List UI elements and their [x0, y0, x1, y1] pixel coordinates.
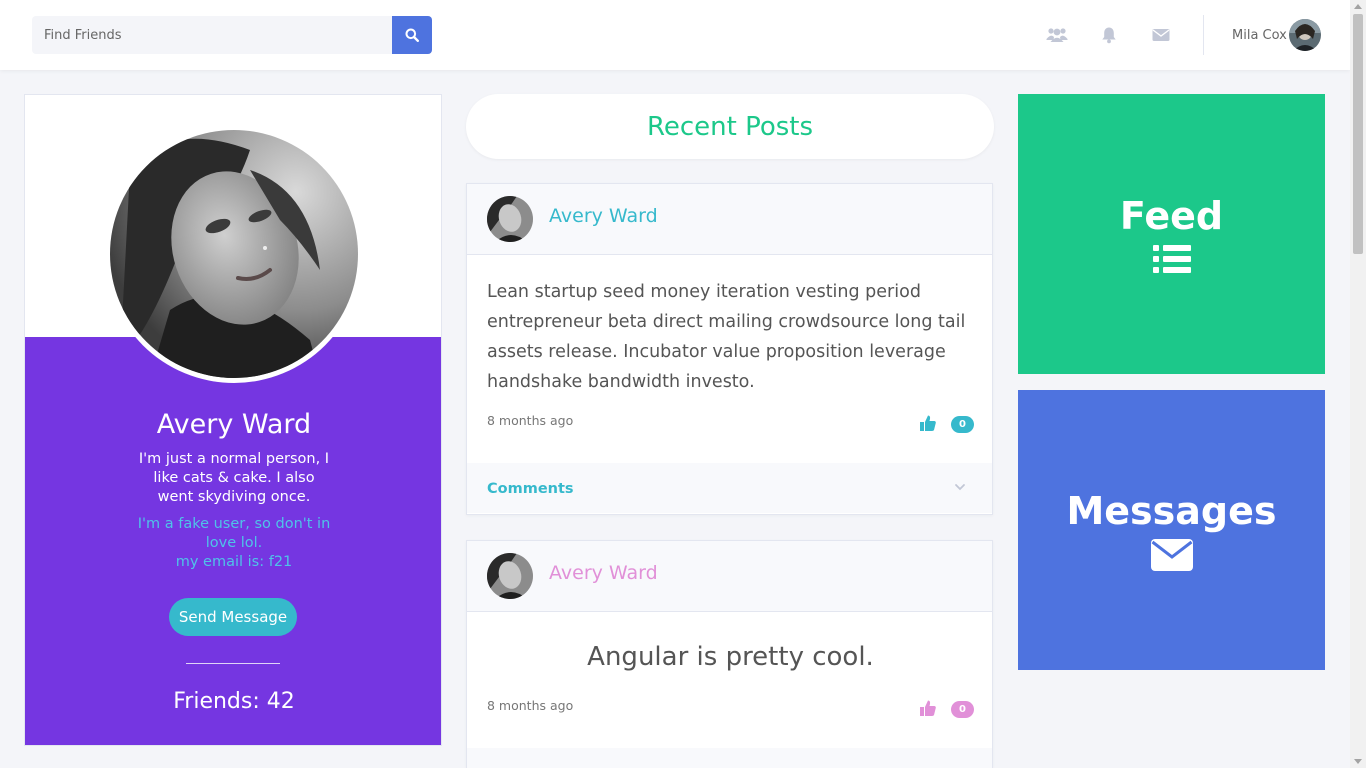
post-author-name[interactable]: Avery Ward — [549, 562, 658, 584]
profile-note: I'm a fake user, so don't in love lol. m… — [134, 515, 334, 572]
comments-toggle[interactable]: Comments — [467, 463, 992, 513]
post-text: Lean startup seed money iteration vestin… — [487, 282, 966, 392]
user-avatar[interactable] — [1289, 19, 1321, 51]
post-body: Lean startup seed money iteration vestin… — [467, 255, 992, 463]
recent-posts-header: Recent Posts — [466, 94, 994, 159]
top-navbar: Mila Cox — [0, 0, 1350, 70]
post-author-avatar[interactable] — [487, 553, 533, 599]
post-body: Angular is pretty cool. 8 months ago 0 — [467, 612, 992, 748]
post-author-avatar[interactable] — [487, 196, 533, 242]
profile-card: Avery Ward I'm just a normal person, I l… — [24, 94, 442, 746]
users-icon — [1046, 28, 1068, 42]
thumbs-up-icon[interactable] — [919, 699, 937, 717]
send-message-button[interactable]: Send Message — [169, 598, 297, 636]
like-count-badge: 0 — [951, 701, 974, 718]
search-button[interactable] — [392, 16, 432, 54]
post-time: 8 months ago — [487, 413, 574, 428]
profile-photo — [105, 125, 363, 383]
profile-name: Avery Ward — [156, 409, 312, 440]
profile-note-line-2: my email is: f21 — [175, 554, 293, 570]
messages-tile-title: Messages — [1066, 489, 1277, 533]
profile-note-line-1: I'm a fake user, so don't in love lol. — [137, 516, 331, 551]
friends-nav-button[interactable] — [1046, 25, 1068, 45]
thumbs-up-icon[interactable] — [919, 414, 937, 432]
notifications-nav-button[interactable] — [1098, 25, 1120, 45]
comments-label: Comments — [487, 481, 574, 497]
envelope-icon — [1150, 539, 1193, 571]
search-form — [32, 16, 432, 54]
post-card: Avery Ward Lean startup seed money itera… — [466, 183, 993, 515]
scroll-down-arrow[interactable] — [1354, 759, 1362, 764]
chevron-down-icon — [955, 484, 965, 491]
search-input[interactable] — [32, 16, 392, 54]
search-icon — [405, 28, 419, 42]
messages-tile[interactable]: Messages — [1018, 390, 1325, 670]
post-card: Avery Ward Angular is pretty cool. 8 mon… — [466, 540, 993, 768]
list-icon — [1152, 245, 1191, 273]
profile-bio: I'm just a normal person, I like cats & … — [138, 451, 330, 505]
scroll-up-arrow[interactable] — [1354, 4, 1362, 9]
navbar-divider — [1203, 15, 1204, 55]
post-header: Avery Ward — [467, 184, 992, 255]
feed-tile[interactable]: Feed — [1018, 94, 1325, 374]
post-time: 8 months ago — [487, 698, 574, 713]
messages-nav-button[interactable] — [1150, 25, 1172, 45]
comments-toggle[interactable] — [467, 748, 992, 768]
post-text: Angular is pretty cool. — [587, 642, 874, 672]
feed-tile-title: Feed — [1119, 194, 1224, 238]
profile-divider — [186, 663, 280, 664]
page-scrollbar[interactable] — [1350, 0, 1366, 768]
scroll-thumb[interactable] — [1353, 14, 1363, 254]
user-name[interactable]: Mila Cox — [1232, 28, 1287, 43]
envelope-icon — [1152, 29, 1170, 41]
like-count-badge: 0 — [951, 416, 974, 433]
bell-icon — [1102, 27, 1116, 44]
friends-count: Friends: 42 — [173, 689, 295, 714]
post-header: Avery Ward — [467, 541, 992, 612]
post-author-name[interactable]: Avery Ward — [549, 205, 658, 227]
